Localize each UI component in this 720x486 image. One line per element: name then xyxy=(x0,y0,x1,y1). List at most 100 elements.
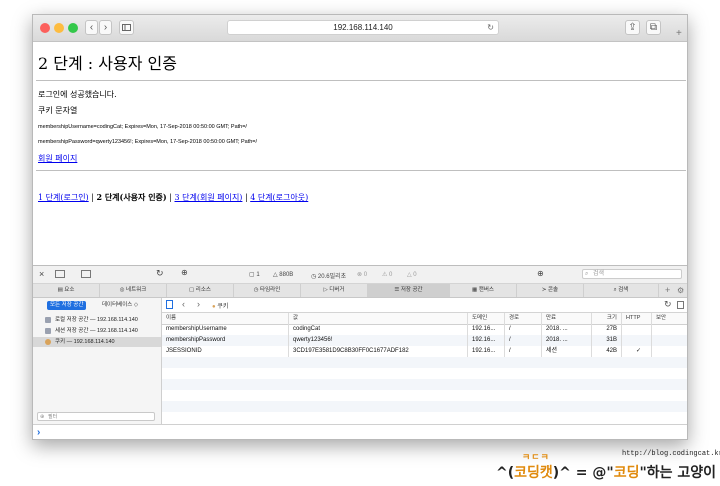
tab-timeline[interactable]: ◷ 타임라인 xyxy=(234,284,301,297)
column-header-value[interactable]: 값 xyxy=(289,313,468,324)
nav-step2-current: 2 단계(사용자 인증) xyxy=(96,192,167,202)
cookie-expires: 2018. ... xyxy=(542,335,592,346)
cookie-line-password: membershipPassword=qwerty123456!; Expire… xyxy=(38,139,258,145)
tab-network[interactable]: ◎ 네트워크 xyxy=(100,284,167,297)
console-prompt: › xyxy=(37,427,41,438)
reload-icon[interactable]: ↻ xyxy=(487,21,494,35)
cookie-icon xyxy=(45,339,51,345)
target-icon[interactable]: ⊕ xyxy=(537,269,544,278)
login-success-text: 로그인에 성공했습니다. xyxy=(38,90,117,99)
forward-icon[interactable]: › xyxy=(197,299,200,309)
empty-row xyxy=(162,401,687,412)
cookie-domain: 192.16... xyxy=(468,346,505,357)
minimize-window-button[interactable] xyxy=(54,23,64,33)
share-button[interactable]: ⇪ xyxy=(625,20,640,35)
cookie-name: JSESSIONID xyxy=(162,346,289,357)
console-prompt-bar[interactable]: › xyxy=(33,424,687,439)
cookie-panel: ‹ › ● 쿠키 ↻ 이름 값 도메인 경로 만료 크기 HTTP 보안 mem… xyxy=(162,298,687,424)
cookie-value: codingCat xyxy=(289,324,468,335)
cookie-size: 31B xyxy=(592,335,622,346)
refresh-icon[interactable]: ↻ xyxy=(664,299,672,310)
page-title: 2 단계 : 사용자 인증 xyxy=(38,54,177,73)
session-storage-icon xyxy=(45,328,51,334)
panel-toggle-icon[interactable] xyxy=(677,301,684,309)
zoom-window-button[interactable] xyxy=(68,23,78,33)
gear-icon[interactable]: ⚙ xyxy=(677,284,684,297)
download-icon[interactable]: ⊕ xyxy=(181,268,188,277)
back-icon[interactable]: ‹ xyxy=(182,299,185,309)
address-text: 192.168.114.140 xyxy=(333,23,393,32)
tab-canvas[interactable]: ▦ 캔버스 xyxy=(450,284,517,297)
web-inspector: × ↻ ⊕ ▢ 1 △ 880B ◷ 20.6밀리초 ⊗ 0 ⚠ 0 △ 0 ⊕… xyxy=(33,265,687,439)
column-header-http[interactable]: HTTP xyxy=(622,313,652,324)
column-header-size[interactable]: 크기 xyxy=(592,313,622,324)
cookie-secure xyxy=(652,335,687,346)
table-row[interactable]: membershipUsername codingCat 192.16... /… xyxy=(162,324,687,335)
empty-row xyxy=(162,412,687,423)
column-header-domain[interactable]: 도메인 xyxy=(468,313,505,324)
sidebar-filter-input[interactable]: ⊕ 필터 xyxy=(37,412,155,421)
browser-window: ‹ › 192.168.114.140 ↻ ⇪ ⧉ + 2 단계 : 사용자 인… xyxy=(32,14,688,440)
divider xyxy=(36,170,686,171)
error-count[interactable]: ⊗ 0 xyxy=(357,271,367,278)
back-button[interactable]: ‹ xyxy=(85,20,98,35)
cookie-domain: 192.16... xyxy=(468,324,505,335)
empty-row xyxy=(162,379,687,390)
member-page-link[interactable]: 회원 페이지 xyxy=(38,154,77,163)
cookie-value: 3CD197E3581D9C8B30FF0C1677ADF182 xyxy=(289,346,468,357)
tab-search[interactable]: ⌕ 검색 xyxy=(584,284,659,297)
title-bar: ‹ › 192.168.114.140 ↻ ⇪ ⧉ + xyxy=(33,15,687,42)
warning-count[interactable]: ⚠ 0 xyxy=(382,271,392,278)
sidebar-toggle-icon[interactable] xyxy=(166,300,173,309)
column-header-path[interactable]: 경로 xyxy=(505,313,542,324)
cookie-panel-header: ‹ › ● 쿠키 ↻ xyxy=(162,298,687,313)
tab-console[interactable]: ≻ 콘솔 xyxy=(517,284,584,297)
all-storage-toggle[interactable]: 모든 저장 공간 xyxy=(47,301,87,310)
address-bar[interactable]: 192.168.114.140 ↻ xyxy=(227,20,499,35)
nav-step1-link[interactable]: 1 단계(로그인) xyxy=(38,193,89,202)
cookie-path: / xyxy=(505,324,542,335)
local-storage-icon xyxy=(45,317,51,323)
empty-row xyxy=(162,357,687,368)
sidebar-icon xyxy=(122,24,131,31)
column-header-name[interactable]: 이름 xyxy=(162,313,289,324)
reload-icon[interactable]: ↻ xyxy=(156,268,164,279)
cookie-name: membershipUsername xyxy=(162,324,289,335)
divider xyxy=(36,80,686,81)
cookie-domain: 192.16... xyxy=(468,335,505,346)
tab-debugger[interactable]: ▷ 디버거 xyxy=(301,284,368,297)
sidebar-item-local-storage[interactable]: 로컬 저장 공간 — 192.168.114.140 xyxy=(33,315,161,325)
cookie-http xyxy=(622,324,652,335)
cookie-line-username: membershipUsername=codingCat; Expires=Mo… xyxy=(38,124,247,130)
dock-side-icon[interactable] xyxy=(81,270,91,278)
cookie-path: / xyxy=(505,346,542,357)
tab-resources[interactable]: ▢ 리소스 xyxy=(167,284,234,297)
nav-step3-link[interactable]: 3 단계(회원 페이지) xyxy=(174,193,242,202)
sidebar-item-cookies[interactable]: 쿠키 — 192.168.114.140 xyxy=(33,337,161,347)
cookie-size: 27B xyxy=(592,324,622,335)
watermark-main: ^(코딩캣)^ = @"코딩"하는 고양이 xyxy=(496,465,717,481)
tabs-overview-button[interactable]: ⧉ xyxy=(646,20,661,35)
forward-button[interactable]: › xyxy=(99,20,112,35)
column-header-expires[interactable]: 만료 xyxy=(542,313,592,324)
nav-step4-link[interactable]: 4 단계(로그아웃) xyxy=(250,193,308,202)
empty-row xyxy=(162,390,687,401)
table-row[interactable]: membershipPassword qwerty123456! 192.16.… xyxy=(162,335,687,346)
close-inspector-icon[interactable]: × xyxy=(39,269,44,279)
sidebar-item-session-storage[interactable]: 세션 저장 공간 — 192.168.114.140 xyxy=(33,326,161,336)
load-time: ◷ 20.6밀리초 xyxy=(311,274,347,280)
column-header-secure[interactable]: 보안 xyxy=(652,313,687,324)
add-tab-icon[interactable]: + xyxy=(665,284,670,297)
sidebar-toggle-button[interactable] xyxy=(119,20,134,35)
database-select[interactable]: 데이터베이스 ◇ xyxy=(99,301,141,310)
tab-storage[interactable]: ☰ 저장 공간 xyxy=(368,284,450,297)
search-field[interactable]: ⌕ 검색 xyxy=(582,269,682,279)
detach-icon[interactable] xyxy=(55,270,65,278)
filter-icon: ⊕ xyxy=(40,414,45,420)
close-window-button[interactable] xyxy=(40,23,50,33)
table-row[interactable]: JSESSIONID 3CD197E3581D9C8B30FF0C1677ADF… xyxy=(162,346,687,357)
tab-elements[interactable]: ▤ 요소 xyxy=(33,284,100,297)
resource-count: ▢ 1 xyxy=(249,272,260,278)
new-tab-button[interactable]: + xyxy=(676,28,682,39)
log-count[interactable]: △ 0 xyxy=(407,271,417,278)
